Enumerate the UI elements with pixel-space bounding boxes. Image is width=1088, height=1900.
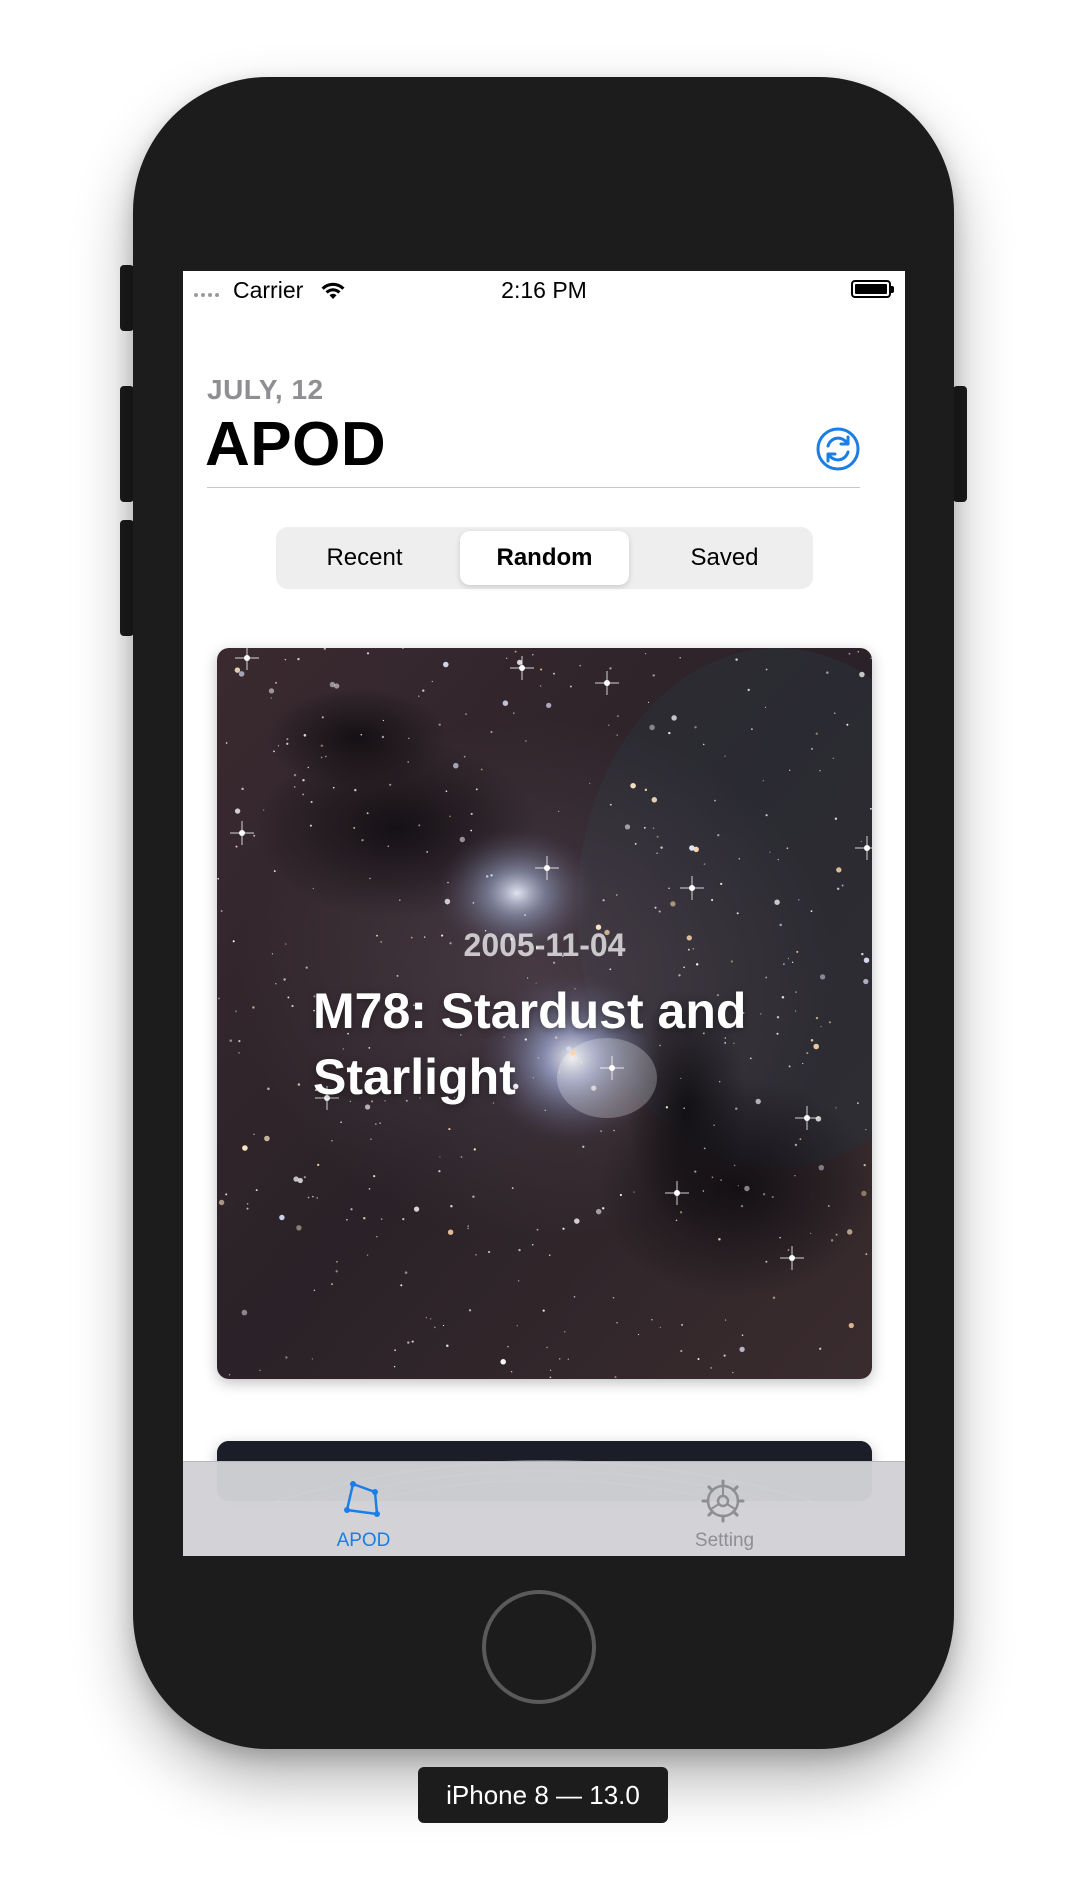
card-title: M78: Stardust and Starlight [313, 983, 747, 1105]
page-title: APOD [205, 410, 387, 479]
status-time: 2:16 PM [501, 277, 587, 303]
power-button [953, 386, 967, 502]
simulator-stage: Carrier 2:16 PM JULY, 12 APOD Recent Ran… [0, 0, 1088, 1900]
tab-setting[interactable]: Setting [544, 1462, 905, 1556]
segment-random[interactable]: Random [460, 531, 629, 585]
apod-icon [344, 1481, 380, 1517]
refresh-icon[interactable] [815, 426, 861, 472]
battery-icon [851, 280, 894, 298]
status-bar: Carrier 2:16 PM [183, 271, 905, 311]
apod-card[interactable]: 2005-11-04 M78: Stardust and Starlight [217, 648, 872, 1379]
volume-down-button [120, 520, 134, 636]
tab-bar: APOD Setting [183, 1461, 905, 1556]
tab-apod[interactable]: APOD [183, 1462, 544, 1556]
card-date: 2005-11-04 [463, 927, 626, 963]
home-button[interactable] [482, 1590, 596, 1704]
segment-saved[interactable]: Saved [640, 531, 809, 585]
mute-switch [120, 265, 134, 331]
segment-recent[interactable]: Recent [280, 531, 449, 585]
gear-icon [701, 1479, 745, 1523]
tab-setting-label: Setting [694, 1530, 755, 1551]
tab-apod-label: APOD [336, 1530, 391, 1551]
feed-segmented-control: Recent Random Saved [276, 527, 813, 589]
header-divider [207, 487, 860, 488]
device-name-label: iPhone 8 — 13.0 [418, 1767, 668, 1823]
app-screen: Carrier 2:16 PM JULY, 12 APOD Recent Ran… [183, 271, 905, 1556]
header-date: JULY, 12 [207, 374, 324, 405]
volume-up-button [120, 386, 134, 502]
